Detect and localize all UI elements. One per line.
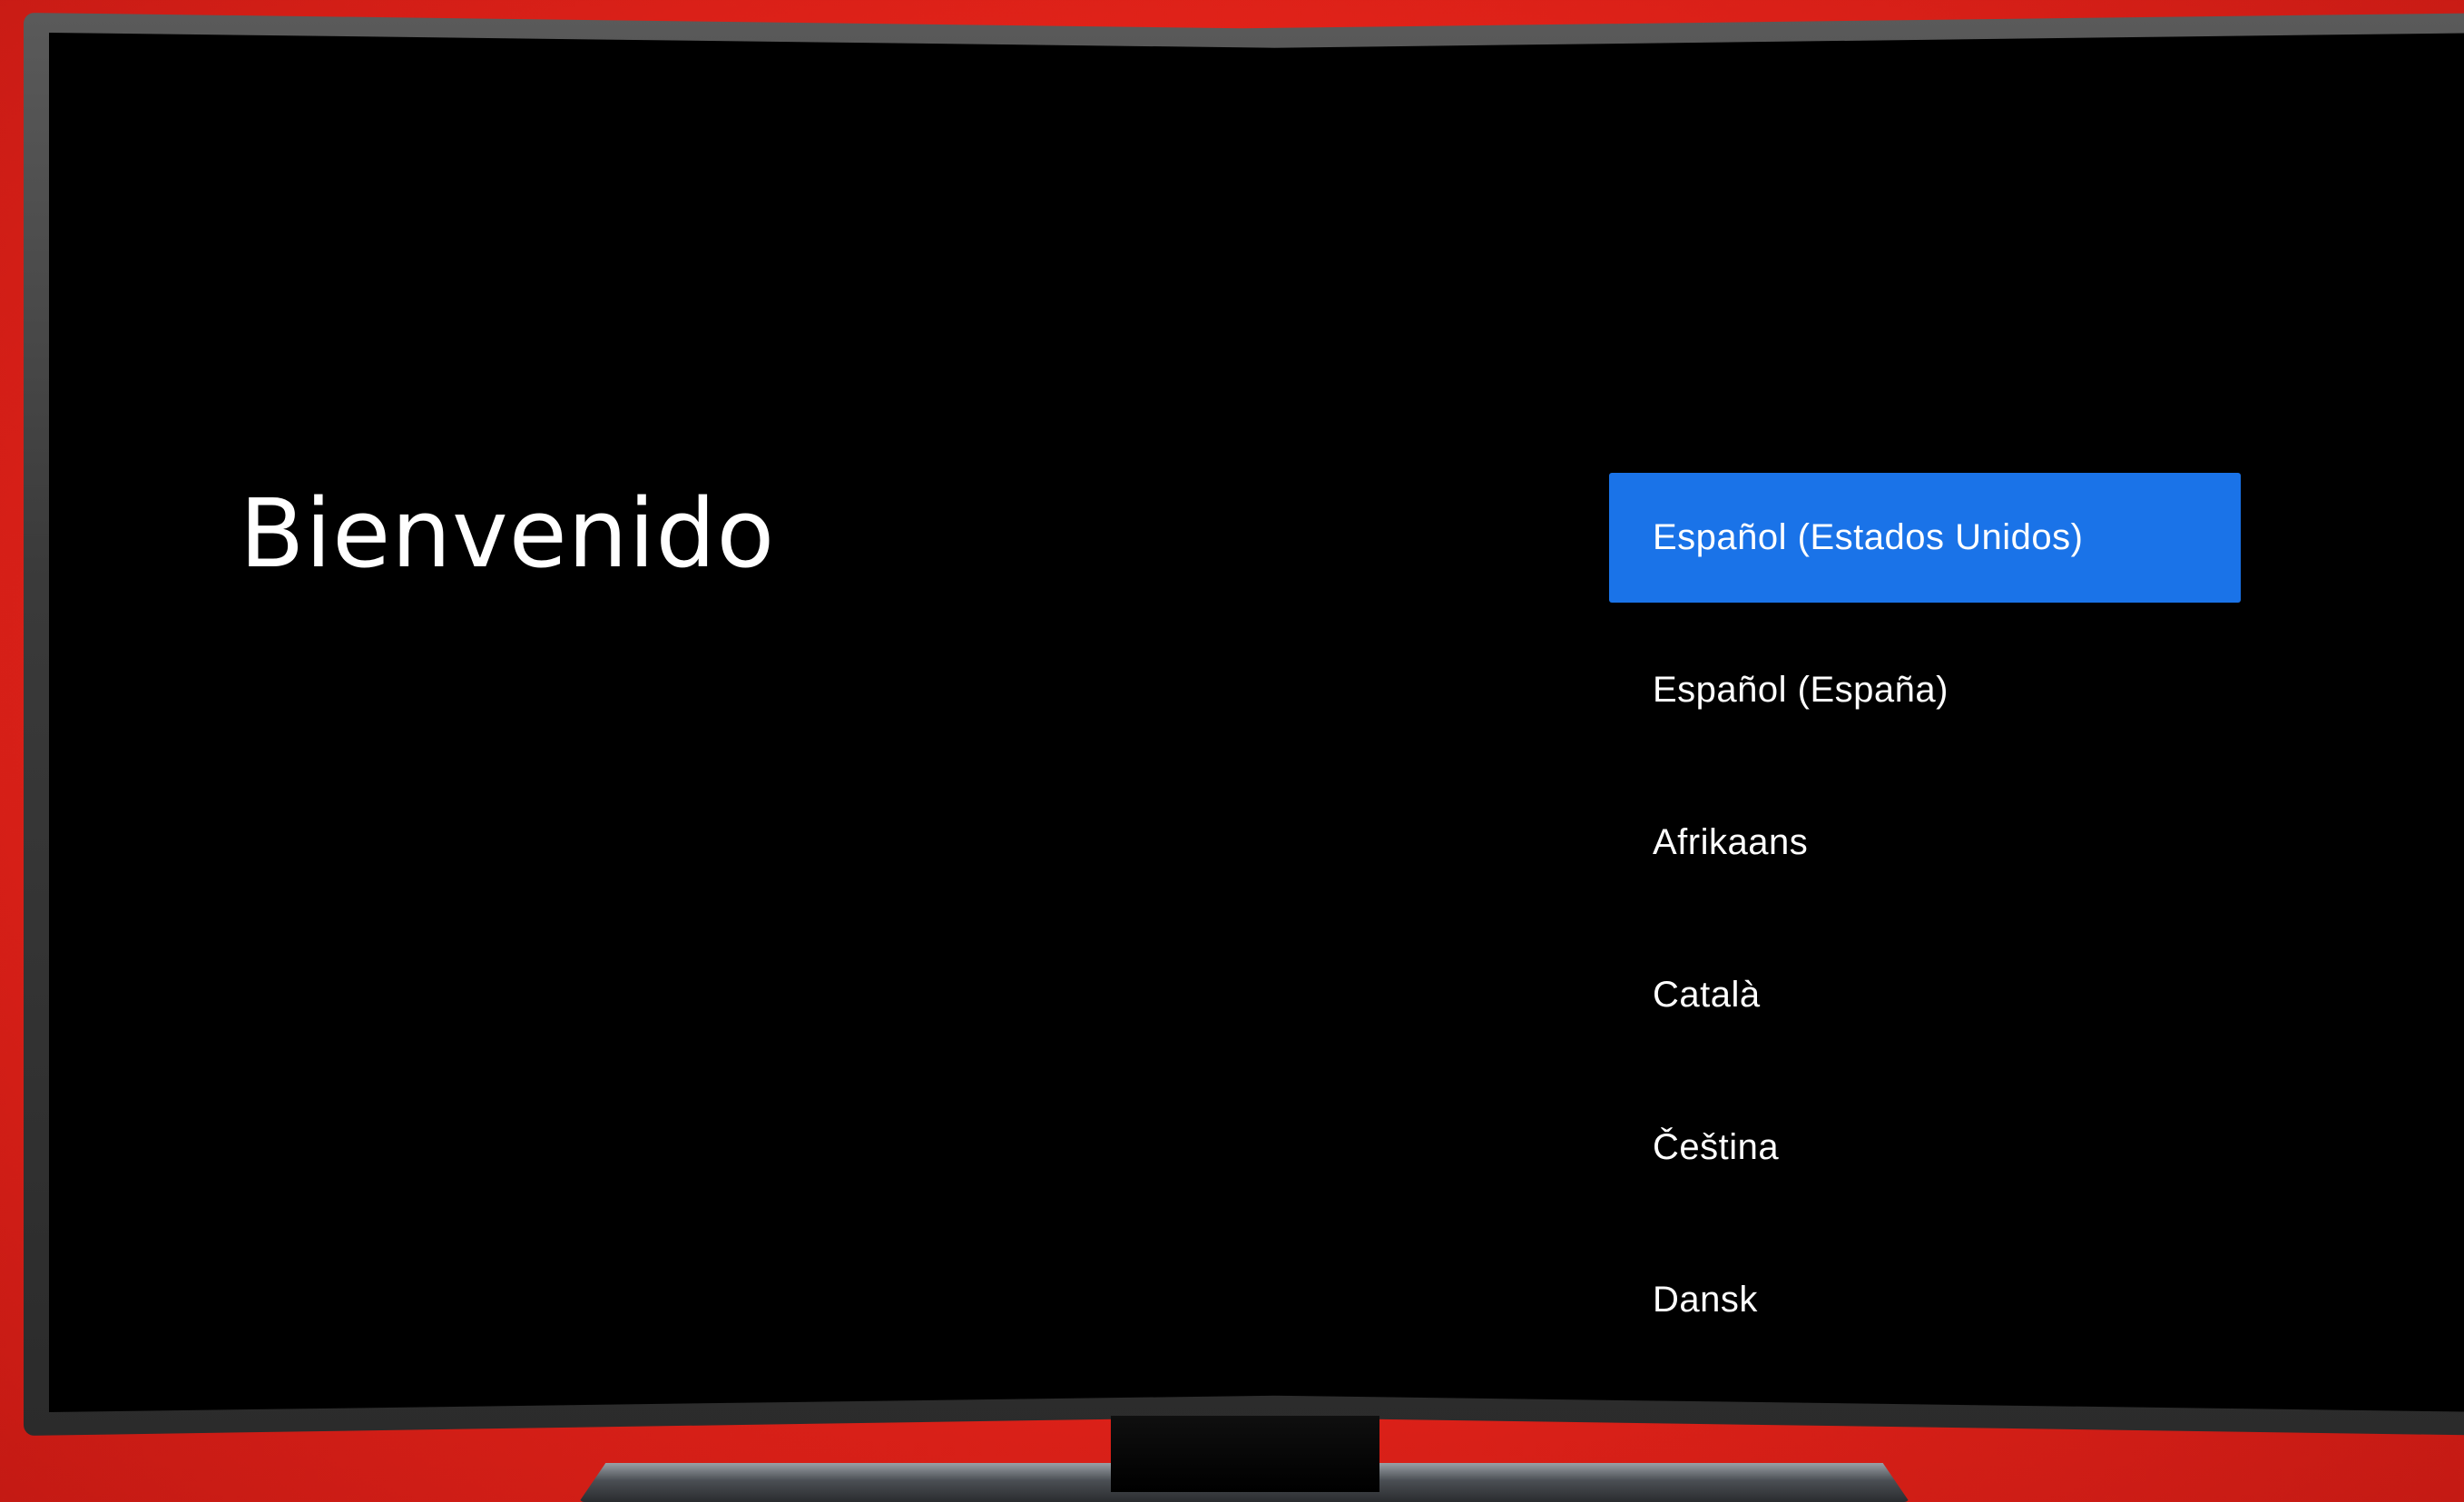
tv-screen: Bienvenido Español (Estados Unidos) Espa…	[49, 33, 2464, 1412]
language-option-es-es[interactable]: Español (España)	[1609, 625, 2241, 755]
language-list: Español (Estados Unidos) Español (España…	[1609, 473, 2241, 1388]
tv-stand-neck	[1111, 1416, 1379, 1492]
language-option-da[interactable]: Dansk	[1609, 1235, 2241, 1365]
language-option-cs[interactable]: Čeština	[1609, 1083, 2241, 1212]
language-option-es-us[interactable]: Español (Estados Unidos)	[1609, 473, 2241, 603]
language-option-ca[interactable]: Català	[1609, 930, 2241, 1060]
page-title: Bienvenido	[240, 478, 776, 589]
language-option-af[interactable]: Afrikaans	[1609, 778, 2241, 908]
